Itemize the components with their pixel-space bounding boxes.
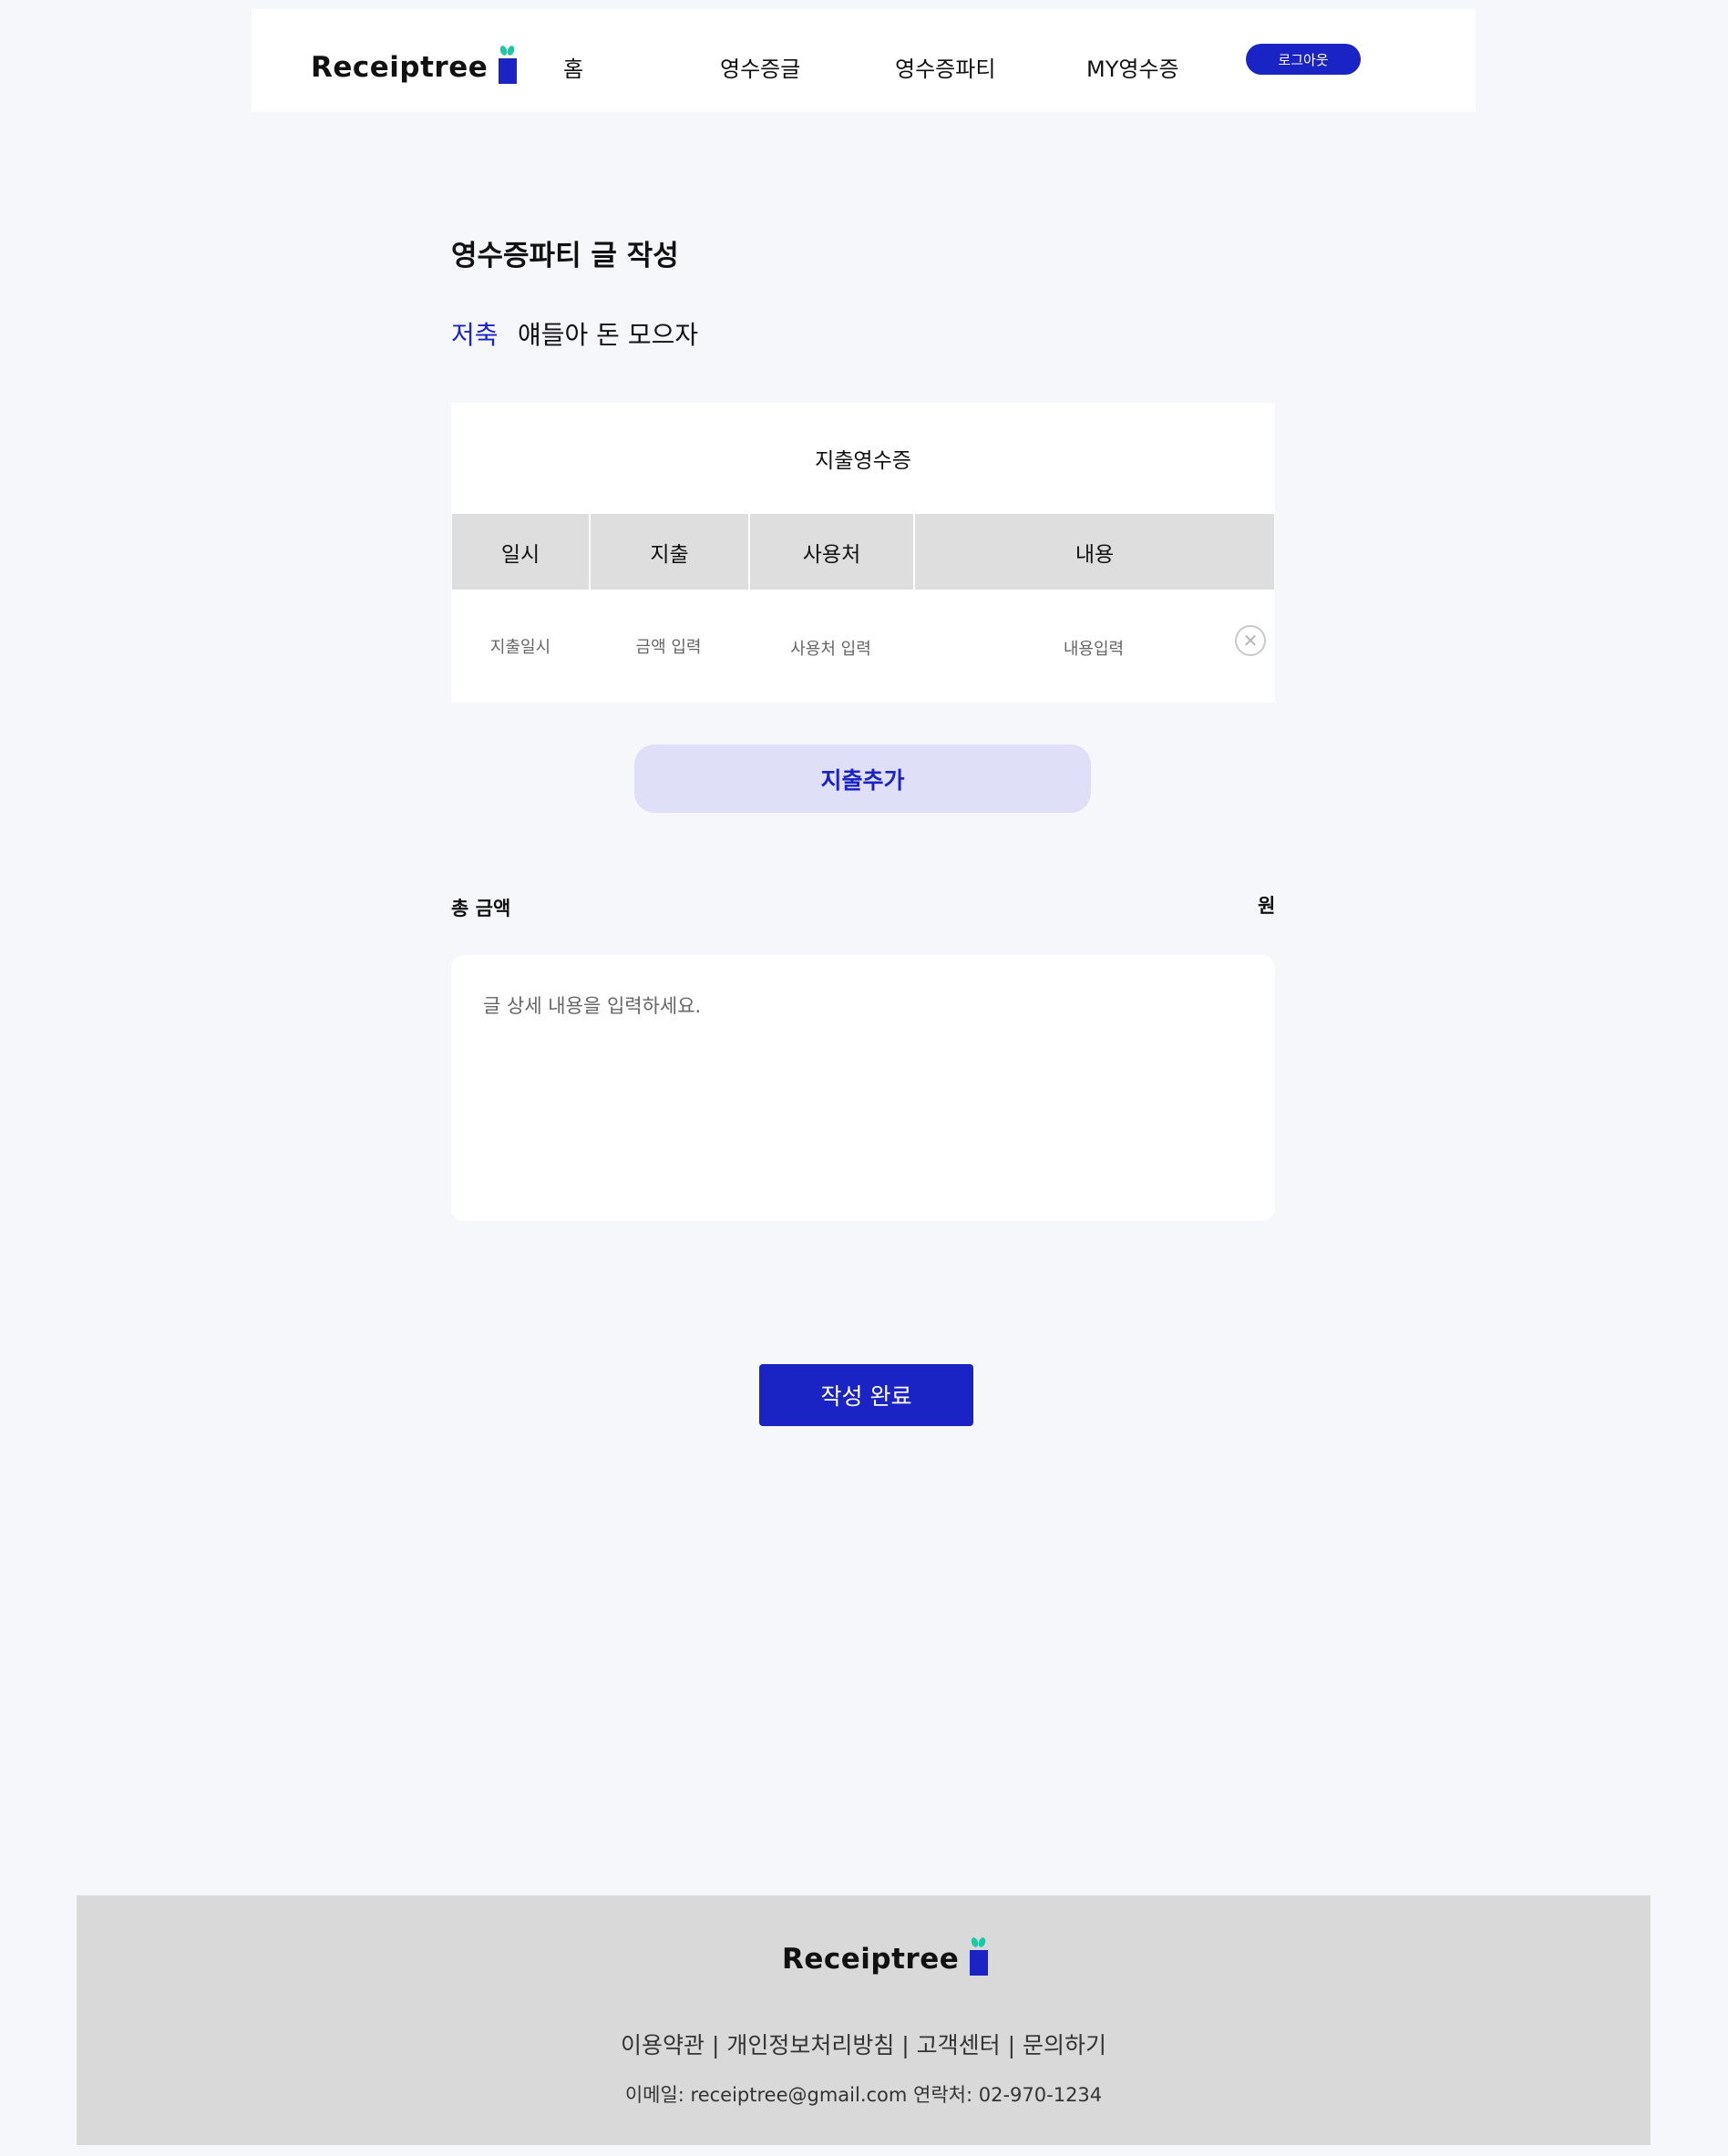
footer-links[interactable]: 이용약관 | 개인정보처리방침 | 고객센터 | 문의하기 [77,2028,1651,2060]
column-header-amount: 지출 [589,514,748,590]
logo-text: Receiptree [311,51,489,84]
nav-my-receipt[interactable]: MY영수증 [1086,51,1179,83]
total-amount-unit: 원 [1258,895,1276,917]
receipt-tree-logo-icon [968,1936,990,1976]
nav-home[interactable]: 홈 [563,51,583,83]
expense-receipt-table: 지출영수증 일시 지출 사용처 내용 지출일시 금액 입력 사용처 입력 내용입… [451,403,1275,703]
logo-leaf-right [977,1936,987,1948]
total-amount-label: 총 금액 [451,898,511,919]
nav-receipt-posts[interactable]: 영수증글 [720,51,800,83]
expense-place-input[interactable]: 사용처 입력 [748,590,913,703]
page-title: 영수증파티 글 작성 [451,240,679,272]
close-circle-icon[interactable]: ✕ [1235,625,1266,656]
footer-logo-text: Receiptree [782,1943,960,1976]
post-detail-input[interactable] [451,955,1275,1221]
logo-receipt-body [970,1950,989,1976]
expense-date-input[interactable]: 지출일시 [452,590,589,703]
footer-logo: Receiptree [782,1936,990,1976]
receipt-title: 지출영수증 [815,449,911,473]
add-expense-button[interactable]: 지출추가 [634,744,1091,813]
table-row: 지출일시 금액 입력 사용처 입력 내용입력 [452,590,1274,703]
expense-amount-input[interactable]: 금액 입력 [589,590,748,703]
column-header-place: 사용처 [748,514,913,590]
site-footer: Receiptree 이용약관 | 개인정보처리방침 | 고객센터 | 문의하기… [77,1895,1651,2145]
header-logo[interactable]: Receiptree [311,45,519,84]
column-header-content: 내용 [913,514,1274,590]
column-header-date: 일시 [452,514,589,590]
site-header: Receiptree 홈 영수증글 영수증파티 MY영수증 로그아웃 [252,9,1476,112]
post-category: 저축 [451,320,499,350]
table-header-row: 일시 지출 사용처 내용 [452,514,1274,590]
submit-button[interactable]: 작성 완료 [759,1364,973,1426]
logo-receipt-body [499,58,518,84]
post-subject: 얘들아 돈 모으자 [518,320,699,350]
receipt-tree-logo-icon [497,45,519,84]
footer-contact: 이메일: receiptree@gmail.com 연락처: 02-970-12… [624,2084,1103,2106]
logout-button[interactable]: 로그아웃 [1246,44,1361,75]
expense-content-input[interactable]: 내용입력 [913,590,1274,703]
nav-receipt-party[interactable]: 영수증파티 [895,51,995,83]
logo-leaf-right [506,45,516,56]
